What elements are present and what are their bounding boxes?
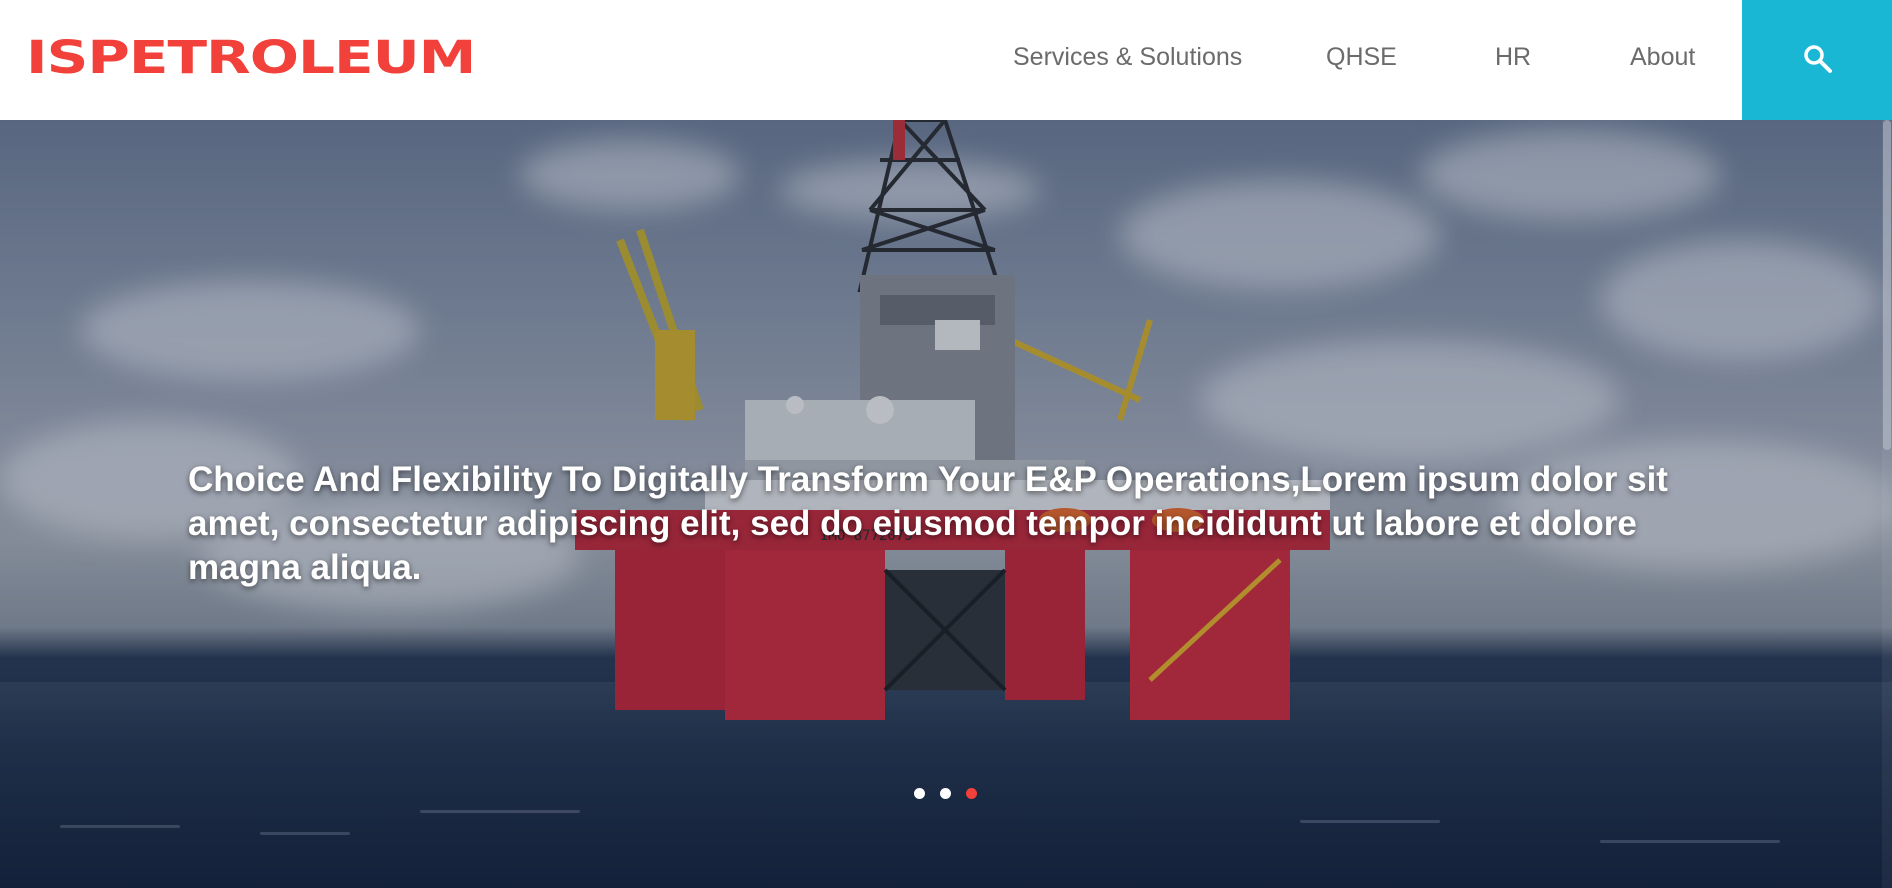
- nav-about[interactable]: About: [1630, 43, 1695, 72]
- slider-dots: [914, 788, 977, 799]
- scrollbar-thumb[interactable]: [1883, 120, 1891, 450]
- search-icon: [1804, 45, 1832, 73]
- nav-qhse[interactable]: QHSE: [1326, 43, 1397, 72]
- page-scrollbar[interactable]: [1882, 120, 1892, 888]
- hero-headline: Choice And Flexibility To Digitally Tran…: [188, 460, 1668, 587]
- hero-slider: IMO 8772075 Choice And Flexibility To Di…: [0, 120, 1892, 888]
- search-button[interactable]: [1742, 0, 1892, 120]
- nav-hr[interactable]: HR: [1495, 43, 1531, 72]
- site-logo[interactable]: ISPETROLEUM: [26, 34, 476, 81]
- nav-services-solutions[interactable]: Services & Solutions: [1013, 43, 1242, 72]
- slider-dot-3-active[interactable]: [966, 788, 977, 799]
- site-header: ISPETROLEUM Services & Solutions QHSE HR…: [0, 0, 1892, 120]
- slider-dot-1[interactable]: [914, 788, 925, 799]
- slider-dot-2[interactable]: [940, 788, 951, 799]
